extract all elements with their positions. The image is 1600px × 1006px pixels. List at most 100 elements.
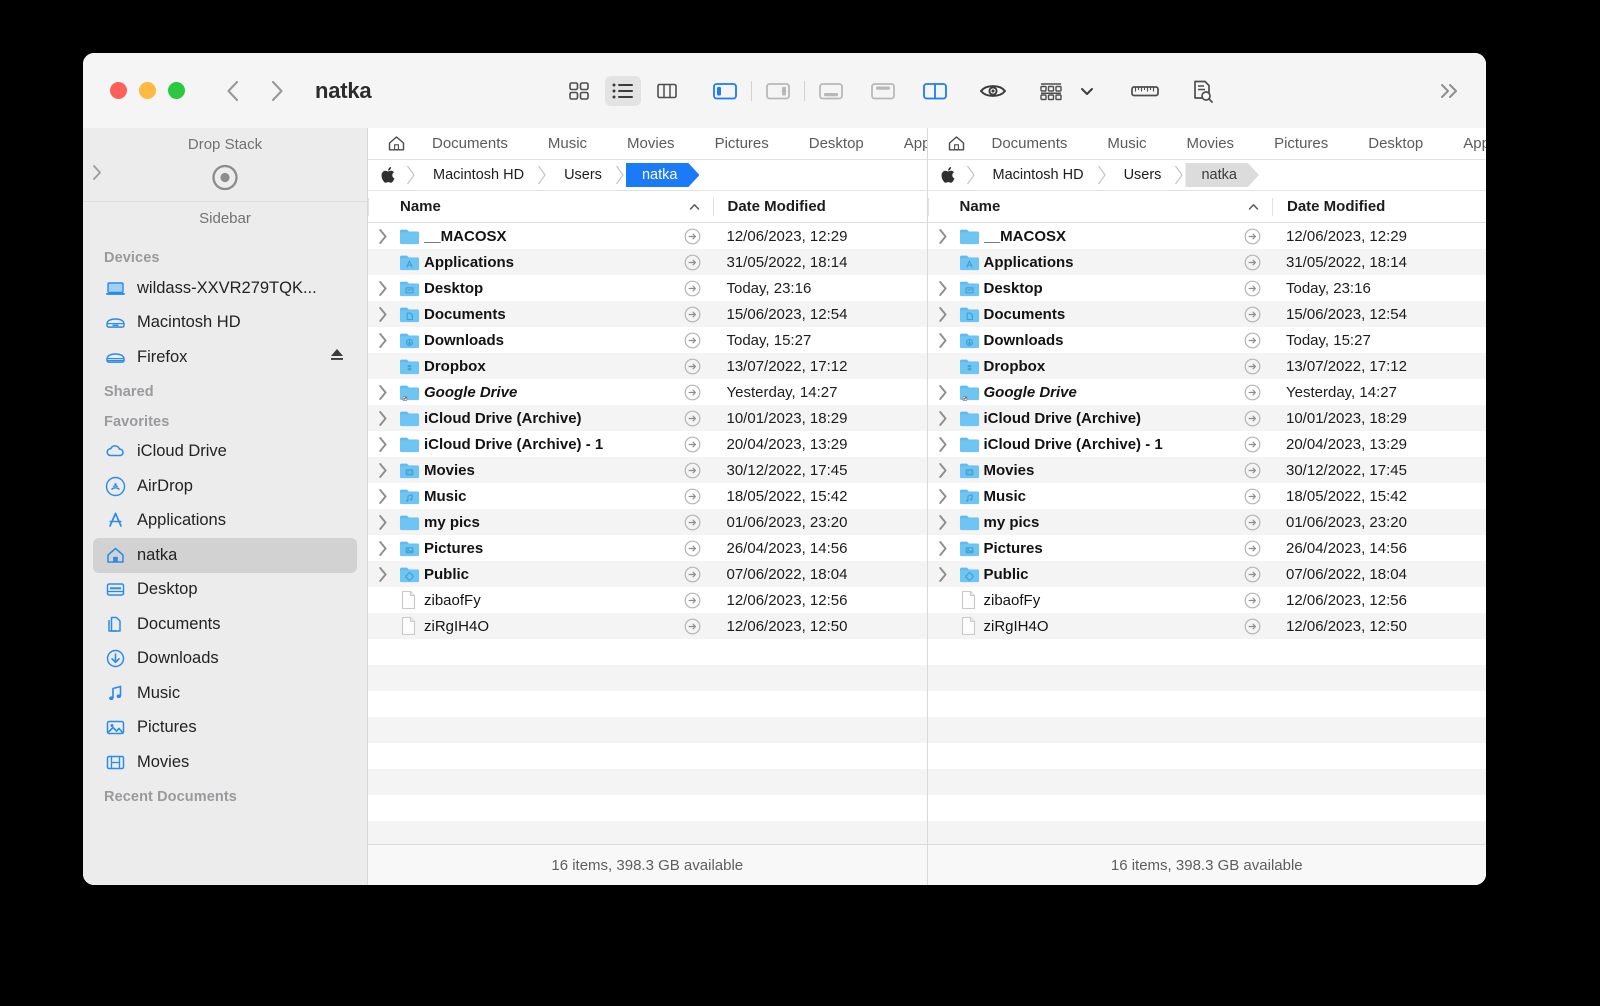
table-row[interactable]: Applications 31/05/2022, 18:14: [927, 249, 1486, 275]
eject-icon[interactable]: [329, 347, 345, 368]
disclosure-chevron-icon[interactable]: [928, 306, 959, 323]
breadcrumb-item-natka[interactable]: natka: [1185, 163, 1258, 187]
home-tab-icon[interactable]: [947, 134, 966, 153]
reveal-arrow-icon[interactable]: [1232, 254, 1272, 271]
layout-bottom-panel-button[interactable]: [813, 76, 849, 106]
disclosure-chevron-icon[interactable]: [928, 228, 959, 245]
reveal-arrow-icon[interactable]: [673, 228, 713, 245]
column-view-button[interactable]: [649, 76, 685, 106]
reveal-arrow-icon[interactable]: [1232, 462, 1272, 479]
reveal-arrow-icon[interactable]: [1232, 306, 1272, 323]
layout-top-panel-button[interactable]: [865, 76, 901, 106]
sidebar-item-movies[interactable]: Movies: [93, 745, 357, 780]
disclosure-chevron-icon[interactable]: [368, 566, 399, 583]
sidebar-item-downloads[interactable]: Downloads: [93, 642, 357, 677]
maximize-button[interactable]: [168, 82, 185, 99]
reveal-arrow-icon[interactable]: [673, 332, 713, 349]
sidebar-item-desktop[interactable]: Desktop: [93, 573, 357, 608]
tab-documents[interactable]: Documents: [972, 135, 1088, 152]
reveal-arrow-icon[interactable]: [673, 384, 713, 401]
tab-pictures[interactable]: Pictures: [1254, 135, 1348, 152]
table-row[interactable]: ziRgIH4O 12/06/2023, 12:50: [368, 613, 927, 639]
table-row[interactable]: Movies 30/12/2022, 17:45: [368, 457, 927, 483]
disclosure-chevron-icon[interactable]: [928, 540, 959, 557]
column-header-date[interactable]: Date Modified: [712, 197, 927, 216]
table-row[interactable]: Applications 31/05/2022, 18:14: [368, 249, 927, 275]
tab-applications[interactable]: Applications: [884, 135, 927, 152]
reveal-arrow-icon[interactable]: [673, 280, 713, 297]
reveal-arrow-icon[interactable]: [673, 254, 713, 271]
table-row[interactable]: Music 18/05/2022, 15:42: [368, 483, 927, 509]
reveal-arrow-icon[interactable]: [673, 618, 713, 635]
document-search-icon[interactable]: [1185, 76, 1221, 106]
reveal-arrow-icon[interactable]: [673, 488, 713, 505]
reveal-arrow-icon[interactable]: [1232, 514, 1272, 531]
table-row[interactable]: Dropbox 13/07/2022, 17:12: [368, 353, 927, 379]
reveal-arrow-icon[interactable]: [1232, 488, 1272, 505]
table-row[interactable]: Google Drive Yesterday, 14:27: [368, 379, 927, 405]
drop-stack-target-icon[interactable]: [212, 164, 239, 196]
table-row[interactable]: iCloud Drive (Archive) 10/01/2023, 18:29: [368, 405, 927, 431]
breadcrumb-item-macintosh-hd[interactable]: Macintosh HD: [417, 163, 537, 187]
table-row[interactable]: zibaofFy 12/06/2023, 12:56: [927, 587, 1486, 613]
reveal-arrow-icon[interactable]: [1232, 384, 1272, 401]
sidebar-item-airdrop[interactable]: AirDrop: [93, 469, 357, 504]
breadcrumb-item-macintosh-hd[interactable]: Macintosh HD: [977, 163, 1097, 187]
reveal-arrow-icon[interactable]: [673, 514, 713, 531]
disclosure-chevron-icon[interactable]: [368, 228, 399, 245]
table-row[interactable]: Documents 15/06/2023, 12:54: [927, 301, 1486, 327]
disclosure-chevron-icon[interactable]: [368, 540, 399, 557]
disclosure-chevron-icon[interactable]: [368, 462, 399, 479]
table-row[interactable]: __MACOSX 12/06/2023, 12:29: [927, 223, 1486, 249]
breadcrumb-item-natka[interactable]: natka: [626, 163, 699, 187]
table-row[interactable]: Public 07/06/2022, 18:04: [368, 561, 927, 587]
tab-movies[interactable]: Movies: [607, 135, 695, 152]
table-row[interactable]: Desktop Today, 23:16: [368, 275, 927, 301]
tab-music[interactable]: Music: [1087, 135, 1166, 152]
minimize-button[interactable]: [139, 82, 156, 99]
table-row[interactable]: iCloud Drive (Archive) - 1 20/04/2023, 13…: [368, 431, 927, 457]
apple-icon[interactable]: [928, 163, 966, 187]
tab-movies[interactable]: Movies: [1167, 135, 1255, 152]
reveal-arrow-icon[interactable]: [673, 540, 713, 557]
disclosure-chevron-icon[interactable]: [928, 436, 959, 453]
disclosure-chevron-icon[interactable]: [928, 332, 959, 349]
chevron-down-icon[interactable]: [1069, 76, 1105, 106]
ruler-icon[interactable]: [1127, 76, 1163, 106]
reveal-arrow-icon[interactable]: [1232, 566, 1272, 583]
tab-applications[interactable]: Applications: [1443, 135, 1486, 152]
reveal-arrow-icon[interactable]: [673, 410, 713, 427]
reveal-arrow-icon[interactable]: [673, 462, 713, 479]
disclosure-chevron-icon[interactable]: [928, 566, 959, 583]
sidebar-item-music[interactable]: Music: [93, 676, 357, 711]
disclosure-chevron-icon[interactable]: [368, 436, 399, 453]
sidebar-collapse-chevron-icon[interactable]: [92, 164, 103, 186]
reveal-arrow-icon[interactable]: [1232, 358, 1272, 375]
reveal-arrow-icon[interactable]: [1232, 436, 1272, 453]
apple-icon[interactable]: [368, 163, 406, 187]
table-row[interactable]: ziRgIH4O 12/06/2023, 12:50: [927, 613, 1486, 639]
sidebar-item-firefox[interactable]: Firefox: [93, 340, 357, 375]
reveal-arrow-icon[interactable]: [1232, 410, 1272, 427]
table-row[interactable]: iCloud Drive (Archive) 10/01/2023, 18:29: [927, 405, 1486, 431]
reveal-arrow-icon[interactable]: [1232, 540, 1272, 557]
group-by-icon[interactable]: [1033, 76, 1069, 106]
table-row[interactable]: Music 18/05/2022, 15:42: [927, 483, 1486, 509]
column-header-date[interactable]: Date Modified: [1272, 197, 1486, 216]
table-row[interactable]: my pics 01/06/2023, 23:20: [368, 509, 927, 535]
disclosure-chevron-icon[interactable]: [368, 410, 399, 427]
layout-left-panel-button[interactable]: [707, 76, 743, 106]
disclosure-chevron-icon[interactable]: [368, 488, 399, 505]
sidebar-item-wildass[interactable]: wildass-XXVR279TQK...: [93, 271, 357, 306]
reveal-arrow-icon[interactable]: [673, 592, 713, 609]
reveal-arrow-icon[interactable]: [1232, 618, 1272, 635]
back-chevron-icon[interactable]: [222, 78, 242, 104]
table-row[interactable]: Downloads Today, 15:27: [927, 327, 1486, 353]
sidebar-item-applications[interactable]: Applications: [93, 504, 357, 539]
table-row[interactable]: Public 07/06/2022, 18:04: [927, 561, 1486, 587]
column-header-name[interactable]: Name: [927, 197, 1273, 216]
drop-stack-panel[interactable]: Drop Stack: [83, 128, 367, 202]
sort-ascending-icon[interactable]: [1247, 202, 1260, 212]
sidebar-item-pictures[interactable]: Pictures: [93, 711, 357, 746]
disclosure-chevron-icon[interactable]: [368, 332, 399, 349]
